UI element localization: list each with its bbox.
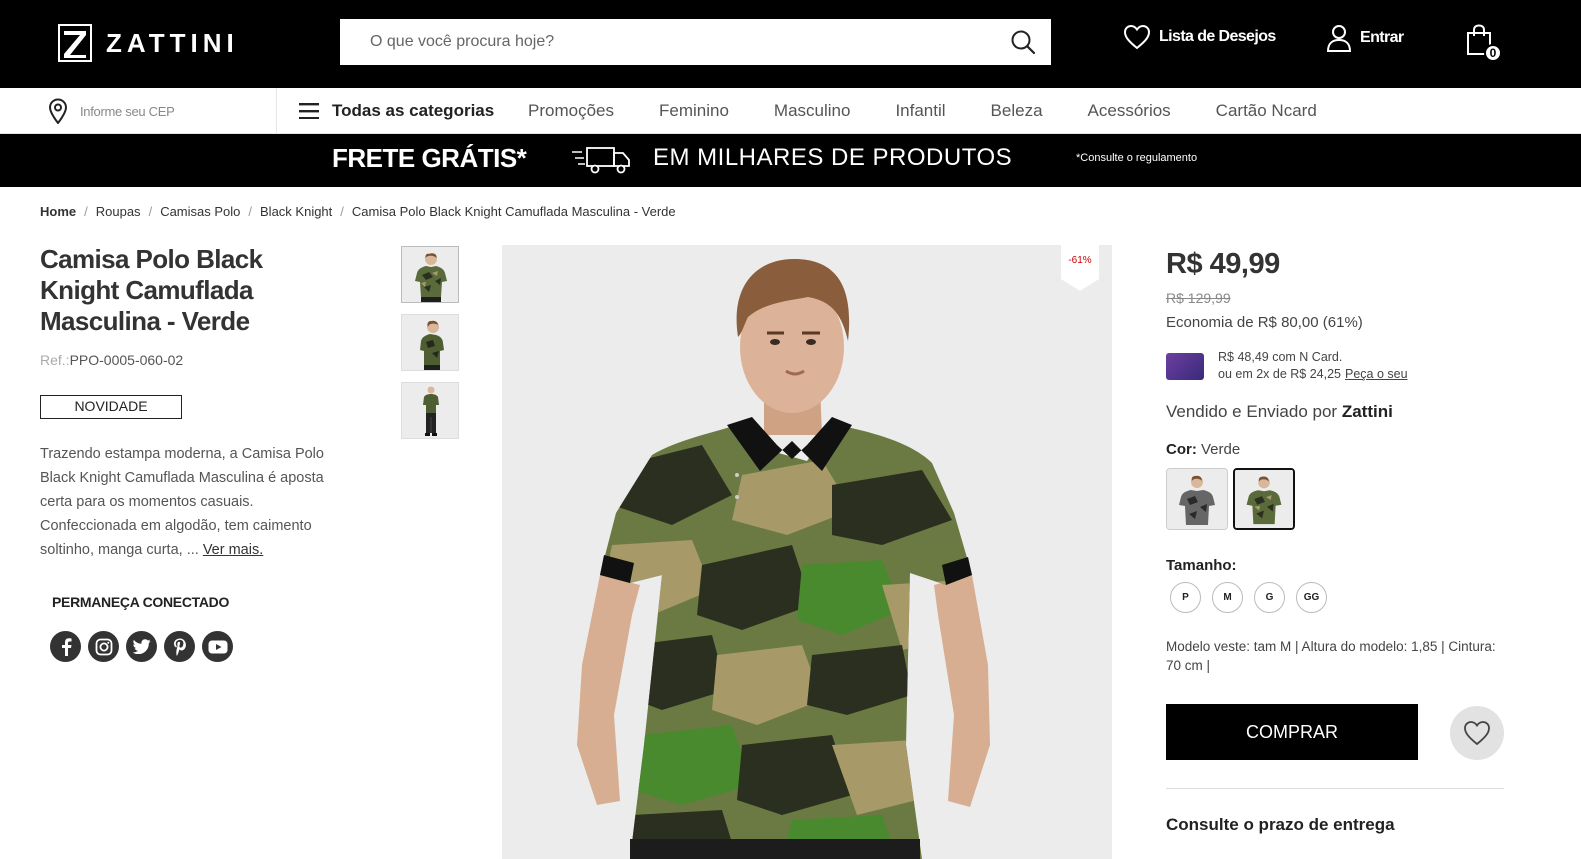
social-links xyxy=(50,631,233,662)
discount-tag-text: -61% xyxy=(1068,255,1092,266)
old-price: R$ 129,99 xyxy=(1166,290,1231,306)
nav-link-masculino[interactable]: Masculino xyxy=(774,101,851,121)
add-to-wishlist-button[interactable] xyxy=(1450,706,1504,760)
ncard-installments: ou em 2x de R$ 24,25 xyxy=(1218,367,1341,381)
zattini-logo-icon xyxy=(58,24,92,62)
ncard-text: R$ 48,49 com N Card. ou em 2x de R$ 24,2… xyxy=(1218,349,1408,383)
thumbnail-full-body[interactable] xyxy=(401,382,459,439)
login-link[interactable]: Entrar xyxy=(1326,24,1404,52)
ncard-apply-link[interactable]: Peça o seu xyxy=(1345,367,1408,381)
free-shipping-banner[interactable]: FRETE GRÁTIS* EM MILHARES DE PRODUTOS *C… xyxy=(0,134,1581,187)
ref-label: Ref.: xyxy=(40,352,70,368)
login-label: Entrar xyxy=(1360,29,1404,46)
banner-secondary-text: EM MILHARES DE PRODUTOS xyxy=(653,144,1013,171)
seller-info: Vendido e Enviado por Zattini xyxy=(1166,402,1393,422)
product-main-image[interactable] xyxy=(502,245,1112,859)
user-icon xyxy=(1326,25,1352,52)
nav-link-infantil[interactable]: Infantil xyxy=(895,101,945,121)
seller-prefix: Vendido e Enviado por xyxy=(1166,402,1338,421)
nav-links: Promoções Feminino Masculino Infantil Be… xyxy=(528,88,1362,134)
nav-link-promocoes[interactable]: Promoções xyxy=(528,101,614,121)
wishlist-label: Lista de Desejos xyxy=(1159,28,1276,45)
size-option-g[interactable]: G xyxy=(1254,582,1285,613)
product-title: Camisa Polo Black Knight Camuflada Mascu… xyxy=(40,244,263,336)
facebook-icon[interactable] xyxy=(50,631,81,662)
banner-note: *Consulte o regulamento xyxy=(1076,152,1198,164)
pinterest-icon[interactable] xyxy=(164,631,195,662)
size-option-p[interactable]: P xyxy=(1170,582,1201,613)
description-text: Trazendo estampa moderna, a Camisa Polo … xyxy=(40,446,324,558)
model-info: Modelo veste: tam M | Altura do modelo: … xyxy=(1166,639,1496,673)
color-label-prefix: Cor: xyxy=(1166,441,1197,458)
ref-value: PPO-0005-060-02 xyxy=(69,352,184,368)
ncard-price: R$ 48,49 com N Card. xyxy=(1218,350,1343,364)
divider xyxy=(1166,788,1504,789)
youtube-icon[interactable] xyxy=(202,631,233,662)
banner-main-text: FRETE GRÁTIS* xyxy=(332,143,527,173)
wishlist-link[interactable]: Lista de Desejos xyxy=(1123,24,1276,50)
current-price: R$ 49,99 xyxy=(1166,248,1280,280)
breadcrumb-separator: / xyxy=(148,204,153,219)
breadcrumb-roupas[interactable]: Roupas xyxy=(96,204,141,219)
instagram-icon[interactable] xyxy=(88,631,119,662)
breadcrumb: Home / Roupas / Camisas Polo / Black Kni… xyxy=(40,204,676,219)
cep-placeholder: Informe seu CEP xyxy=(80,103,175,119)
heart-icon xyxy=(1123,24,1151,50)
stay-connected-title: PERMANEÇA CONECTADO xyxy=(52,594,230,610)
see-more-link[interactable]: Ver mais. xyxy=(203,542,263,558)
ncard-card-icon xyxy=(1166,353,1204,380)
all-categories-button[interactable]: Todas as categorias xyxy=(299,88,494,134)
breadcrumb-separator: / xyxy=(84,204,88,219)
ncard-offer: R$ 48,49 com N Card. ou em 2x de R$ 24,2… xyxy=(1166,349,1408,383)
size-option-m[interactable]: M xyxy=(1212,582,1243,613)
breadcrumb-camisas-polo[interactable]: Camisas Polo xyxy=(160,204,240,219)
color-value: Verde xyxy=(1201,441,1241,458)
search-bar xyxy=(340,19,1051,65)
cart-count-badge: 0 xyxy=(1484,44,1502,62)
location-pin-icon xyxy=(48,98,68,124)
thumbnail-front[interactable] xyxy=(401,246,459,303)
zattini-logo[interactable]: ZATTINI xyxy=(58,24,239,62)
breadcrumb-separator: / xyxy=(248,204,253,219)
size-option-gg[interactable]: GG xyxy=(1296,582,1327,613)
buy-button[interactable]: COMPRAR xyxy=(1166,704,1418,760)
new-badge: NOVIDADE xyxy=(40,395,182,419)
seller-name: Zattini xyxy=(1341,402,1393,421)
discount-tag: -61% xyxy=(1061,245,1099,291)
breadcrumb-home[interactable]: Home xyxy=(40,204,76,219)
nav-link-cartao-ncard[interactable]: Cartão Ncard xyxy=(1216,101,1317,121)
truck-icon xyxy=(572,147,630,174)
size-label: Tamanho: xyxy=(1166,557,1237,574)
color-swatches xyxy=(1166,468,1295,530)
thumbnail-side[interactable] xyxy=(401,314,459,371)
nav-link-beleza[interactable]: Beleza xyxy=(991,101,1043,121)
breadcrumb-black-knight[interactable]: Black Knight xyxy=(260,204,332,219)
breadcrumb-current: Camisa Polo Black Knight Camuflada Mascu… xyxy=(351,204,676,219)
color-label: Cor: Verde xyxy=(1166,441,1240,458)
product-description: Trazendo estampa moderna, a Camisa Polo … xyxy=(40,442,340,562)
logo-text: ZATTINI xyxy=(106,27,239,58)
ncard-installments-line: ou em 2x de R$ 24,25 Peça o seu xyxy=(1218,366,1408,383)
cart-button[interactable]: 0 xyxy=(1466,24,1502,64)
thumbnail-list xyxy=(401,246,459,439)
category-nav: Informe seu CEP Todas as categorias Prom… xyxy=(0,88,1581,134)
nav-link-feminino[interactable]: Feminino xyxy=(659,101,729,121)
product-ref: Ref.:PPO-0005-060-02 xyxy=(40,352,183,368)
menu-icon xyxy=(299,103,319,119)
delivery-estimate-title[interactable]: Consulte o prazo de entrega xyxy=(1166,815,1395,835)
search-input[interactable] xyxy=(340,19,990,65)
size-options: P M G GG xyxy=(1170,582,1327,613)
search-icon[interactable] xyxy=(1009,28,1037,56)
breadcrumb-separator: / xyxy=(340,204,344,219)
all-categories-label: Todas as categorias xyxy=(332,101,495,120)
color-swatch-gray[interactable] xyxy=(1166,468,1228,530)
top-header: ZATTINI Lista de Desejos Entrar 0 xyxy=(0,0,1581,88)
twitter-icon[interactable] xyxy=(126,631,157,662)
color-swatch-verde[interactable] xyxy=(1233,468,1295,530)
savings-text: Economia de R$ 80,00 (61%) xyxy=(1166,314,1363,331)
heart-outline-icon xyxy=(1464,721,1490,746)
cep-input[interactable]: Informe seu CEP xyxy=(48,88,277,134)
nav-link-acessorios[interactable]: Acessórios xyxy=(1088,101,1171,121)
